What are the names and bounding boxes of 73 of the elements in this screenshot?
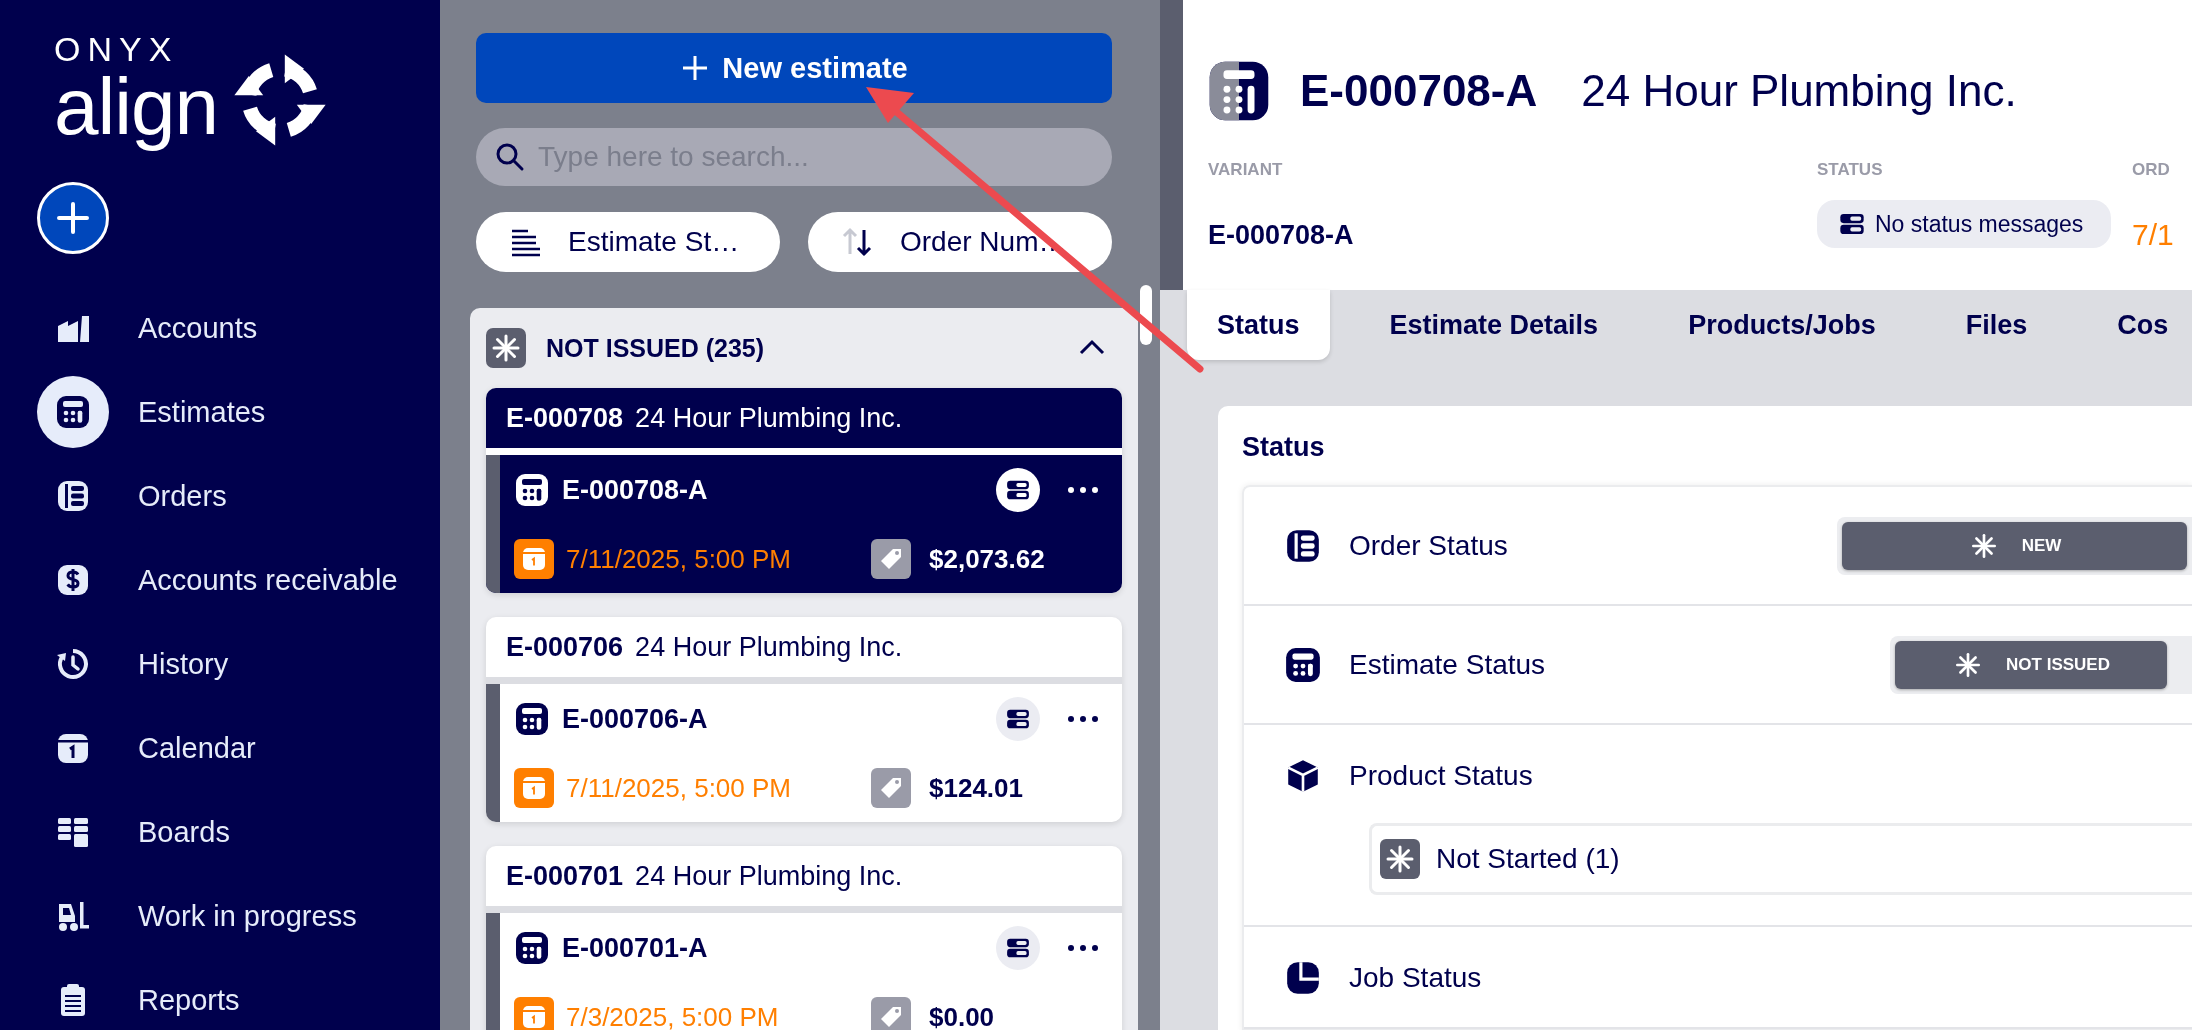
tab[interactable]: Status [1187,290,1330,360]
pie-chart-icon [1284,959,1322,997]
status-messages-button[interactable] [996,468,1040,512]
brand-name: ONYX [54,32,180,66]
amount: $124.01 [929,772,1023,804]
calendar-icon [514,768,554,808]
status-badge[interactable]: NOT ISSUED [1895,640,2167,689]
estimate-number: E-000701 [506,860,624,892]
sidebar-item[interactable]: Estimates [0,370,440,454]
estimate-card[interactable]: E-000708 24 Hour Plumbing Inc. E-000708-A 7/11/2025, 5:00 PM $2,073.62 [486,388,1122,593]
order-date: 7/1 [2132,218,2174,252]
filter-button[interactable]: Estimate St… [476,212,780,272]
price-tag-icon [871,997,911,1030]
estimate-card[interactable]: E-000706 24 Hour Plumbing Inc. E-000706-A 7/11/2025, 5:00 PM $124.01 [486,617,1122,822]
estimate-number: E-000708-A [1300,66,1538,116]
tab[interactable]: Files [1935,290,2058,360]
calculator-icon [514,472,550,508]
tab[interactable]: Estimate Details [1359,290,1629,360]
account-name: 24 Hour Plumbing Inc. [635,402,903,434]
due-date: 7/11/2025, 5:00 PM [566,543,792,575]
sidebar-item[interactable]: Calendar [0,706,440,790]
variant-number: E-000706-A [562,703,709,735]
sidebar-item[interactable]: Reports [0,958,440,1030]
variant-value: E-000708-A [1208,219,1354,251]
account-name: 24 Hour Plumbing Inc. [1581,66,2017,116]
plus-icon [55,200,91,236]
sidebar-item[interactable]: Work in progress [0,874,440,958]
sidebar-item[interactable]: Accounts [0,286,440,370]
card-title: Status [1242,432,1326,463]
calculator-icon [1208,60,1270,122]
status-label: Job Status [1349,962,1482,994]
status-messages-button[interactable] [996,697,1040,741]
more-icon[interactable] [1066,485,1100,495]
field-label: STATUS [1817,160,1884,181]
calculator-icon [1284,645,1322,684]
group-title: NOT ISSUED (235) [546,333,766,363]
account-name: 24 Hour Plumbing Inc. [635,631,903,663]
amount: $2,073.62 [929,543,1045,575]
status-entry[interactable]: Not Started (1) [1369,823,2192,895]
price-tag-icon [871,768,911,808]
price-tag-icon [871,539,911,579]
sidebar-item[interactable]: Orders [0,454,440,538]
calculator-icon [514,930,550,966]
status-badge[interactable]: NEW [1842,521,2187,570]
variant-number: E-000701-A [562,932,709,964]
status-label: Product Status [1349,760,1533,792]
due-date: 7/3/2025, 5:00 PM [566,1001,780,1030]
estimate-number: E-000706 [506,631,624,663]
calculator-icon [514,701,550,737]
field-label: VARIANT [1208,160,1284,181]
tab[interactable]: Cos [2087,290,2192,360]
more-icon[interactable] [1066,714,1100,724]
amount: $0.00 [929,1001,995,1030]
asterisk-icon [486,328,526,368]
estimate-number: E-000708 [506,402,624,434]
new-estimate-button[interactable]: New estimate [476,33,1112,103]
calendar-icon [514,539,554,579]
sidebar-item[interactable]: Accounts receivable [0,538,440,622]
estimate-card[interactable]: E-000701 24 Hour Plumbing Inc. E-000701-A 7/3/2025, 5:00 PM $0.00 [486,846,1122,1030]
sidebar-item[interactable]: Boards [0,790,440,874]
status-label: Estimate Status [1349,648,1546,681]
more-icon[interactable] [1066,943,1100,953]
account-name: 24 Hour Plumbing Inc. [635,860,903,892]
status-label: Order Status [1349,529,1508,562]
due-date: 7/11/2025, 5:00 PM [566,772,792,804]
variant-number: E-000708-A [562,474,709,506]
status-messages-button[interactable] [996,926,1040,970]
sidebar-item[interactable]: History [0,622,440,706]
asterisk-icon [1380,839,1420,879]
calendar-icon [514,997,554,1030]
field-label: ORD [2132,160,2171,181]
tab[interactable]: Products/Jobs [1658,290,1906,360]
search-icon [494,141,526,173]
